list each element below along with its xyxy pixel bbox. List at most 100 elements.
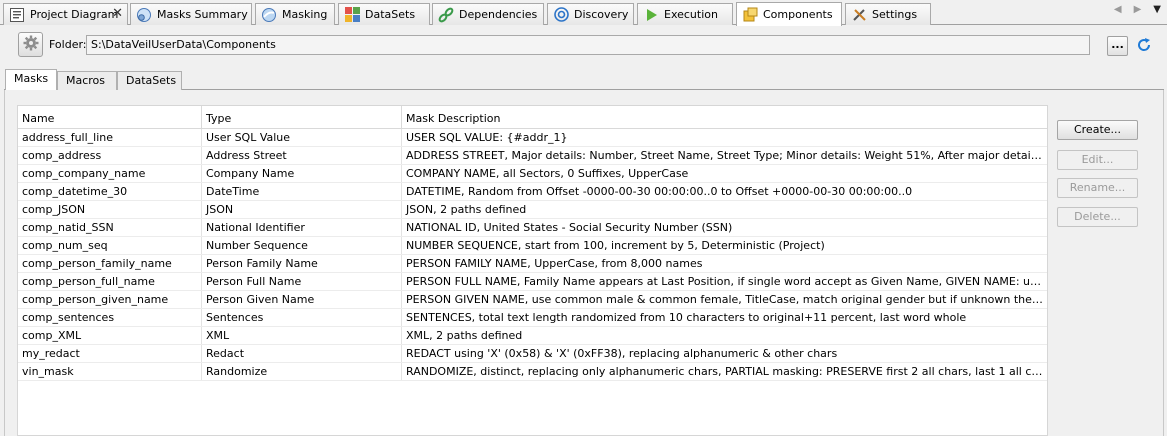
cell-type: Company Name <box>202 165 402 182</box>
tab-label: Project Diagram <box>30 8 119 21</box>
tab-nav: ◀ ▶ ▼ <box>1114 4 1161 15</box>
components-icon <box>742 7 758 23</box>
discovery-icon <box>553 7 569 23</box>
cell-type: Address Street <box>202 147 402 164</box>
tab-masking[interactable]: Masking <box>255 3 335 25</box>
tab-label: Discovery <box>574 8 629 21</box>
folder-settings-button[interactable] <box>18 32 43 57</box>
dependencies-icon <box>438 7 454 23</box>
cell-type: Person Given Name <box>202 291 402 308</box>
tab-project-diagram[interactable]: Project Diagram ✕ <box>3 3 128 25</box>
table-row[interactable]: comp_company_name Company Name COMPANY NAM… <box>18 165 1047 183</box>
tab-masks-summary[interactable]: Masks Summary <box>130 3 252 25</box>
masking-icon <box>261 7 277 23</box>
cell-name: comp_company_name <box>18 165 202 182</box>
components-sub-tabs: Masks Macros DataSets <box>4 69 1164 90</box>
table-row[interactable]: my_redact Redact REDACT using 'X' (0x58) &… <box>18 345 1047 363</box>
masks-table[interactable]: Name Type Mask Description address_full_… <box>17 105 1048 436</box>
tab-execution[interactable]: Execution <box>637 3 733 25</box>
table-row[interactable]: comp_address Address Street ADDRESS STREET… <box>18 147 1047 165</box>
play-icon <box>643 7 659 23</box>
table-body: address_full_line User SQL Value USER SQL … <box>18 129 1047 381</box>
cell-name: comp_person_family_name <box>18 255 202 272</box>
table-row[interactable]: comp_XML XML XML, 2 paths defined <box>18 327 1047 345</box>
cell-description: COMPANY NAME, all Sectors, 0 Suffixes, U… <box>406 167 689 180</box>
cell-description: NUMBER SEQUENCE, start from 100, increme… <box>406 239 825 252</box>
rename-button[interactable]: Rename... <box>1057 178 1138 198</box>
cell-description: NATIONAL ID, United States - Social Secu… <box>406 221 733 234</box>
create-button[interactable]: Create... <box>1057 120 1138 140</box>
cell-description: XML, 2 paths defined <box>406 329 523 342</box>
tab-label: Components <box>763 8 833 21</box>
cell-name: comp_person_full_name <box>18 273 202 290</box>
cell-description: SENTENCES, total text length randomized … <box>406 311 967 324</box>
tab-discovery[interactable]: Discovery <box>547 3 634 25</box>
tab-macros[interactable]: Macros <box>57 71 117 90</box>
close-icon[interactable]: ✕ <box>112 6 123 21</box>
tab-label: Settings <box>872 8 918 21</box>
table-row[interactable]: comp_person_full_name Person Full Name PER… <box>18 273 1047 291</box>
cell-name: comp_JSON <box>18 201 202 218</box>
table-header: Name Type Mask Description <box>18 106 1047 129</box>
cell-description: DATETIME, Random from Offset -0000-00-30… <box>406 185 913 198</box>
table-row[interactable]: comp_person_given_name Person Given Name P… <box>18 291 1047 309</box>
tab-label: Masking <box>282 8 328 21</box>
settings-icon <box>851 7 867 23</box>
browse-folder-button[interactable]: ... <box>1107 36 1128 56</box>
cell-description: USER SQL VALUE: {#addr_1} <box>406 131 568 144</box>
cell-description: REDACT using 'X' (0x58) & 'X' (0xFF38), … <box>406 347 838 360</box>
tab-components[interactable]: Components <box>736 2 842 26</box>
folder-label: Folder: <box>49 38 87 51</box>
table-row[interactable]: comp_JSON JSON JSON, 2 paths defined <box>18 201 1047 219</box>
cell-type: DateTime <box>202 183 402 200</box>
table-row[interactable]: comp_datetime_30 DateTime DATETIME, Random… <box>18 183 1047 201</box>
tab-list-dropdown-icon[interactable]: ▼ <box>1153 4 1161 15</box>
cell-name: comp_XML <box>18 327 202 344</box>
tab-datasets[interactable]: DataSets <box>338 3 430 25</box>
gear-icon <box>23 35 39 54</box>
cell-name: comp_sentences <box>18 309 202 326</box>
cell-description: RANDOMIZE, distinct, replacing only alph… <box>406 365 1047 378</box>
cell-type: Number Sequence <box>202 237 402 254</box>
editor-tab-bar: Project Diagram ✕ Masks Summary Masking … <box>0 0 1167 26</box>
column-header-type[interactable]: Type <box>202 106 402 128</box>
tab-settings[interactable]: Settings <box>845 3 931 25</box>
cell-type: XML <box>202 327 402 344</box>
cell-type: Sentences <box>202 309 402 326</box>
cell-name: comp_datetime_30 <box>18 183 202 200</box>
table-row[interactable]: address_full_line User SQL Value USER SQL … <box>18 129 1047 147</box>
cell-type: User SQL Value <box>202 129 402 146</box>
scroll-right-icon[interactable]: ▶ <box>1134 4 1142 15</box>
cell-name: comp_person_given_name <box>18 291 202 308</box>
cell-name: address_full_line <box>18 129 202 146</box>
table-row[interactable]: comp_num_seq Number Sequence NUMBER SEQUEN… <box>18 237 1047 255</box>
masks-summary-icon <box>136 7 152 23</box>
tab-dependencies[interactable]: Dependencies <box>432 3 544 25</box>
folder-path-field[interactable]: S:\DataVeilUserData\Components <box>86 35 1090 55</box>
table-row[interactable]: comp_person_family_name Person Family Nam… <box>18 255 1047 273</box>
table-row[interactable]: comp_sentences Sentences SENTENCES, total … <box>18 309 1047 327</box>
tab-label: Execution <box>664 8 718 21</box>
refresh-icon[interactable] <box>1136 37 1152 53</box>
cell-name: vin_mask <box>18 363 202 380</box>
tab-datasets-sub[interactable]: DataSets <box>117 71 182 90</box>
datasets-icon <box>344 7 360 23</box>
cell-name: my_redact <box>18 345 202 362</box>
cell-type: Randomize <box>202 363 402 380</box>
delete-button[interactable]: Delete... <box>1057 207 1138 227</box>
cell-type: Person Full Name <box>202 273 402 290</box>
tab-masks[interactable]: Masks <box>5 69 57 90</box>
project-diagram-icon <box>9 7 25 23</box>
cell-name: comp_num_seq <box>18 237 202 254</box>
edit-button[interactable]: Edit... <box>1057 150 1138 170</box>
table-row[interactable]: vin_mask Randomize RANDOMIZE, distinct, re… <box>18 363 1047 381</box>
cell-description: PERSON GIVEN NAME, use common male & com… <box>406 293 1047 306</box>
column-header-name[interactable]: Name <box>18 106 202 128</box>
cell-type: Person Family Name <box>202 255 402 272</box>
cell-description: PERSON FAMILY NAME, UpperCase, from 8,00… <box>406 257 703 270</box>
tab-label: Masks Summary <box>157 8 248 21</box>
tab-label: Dependencies <box>459 8 538 21</box>
column-header-description[interactable]: Mask Description <box>402 106 1047 128</box>
table-row[interactable]: comp_natid_SSN National Identifier NATIONA… <box>18 219 1047 237</box>
scroll-left-icon[interactable]: ◀ <box>1114 4 1122 15</box>
